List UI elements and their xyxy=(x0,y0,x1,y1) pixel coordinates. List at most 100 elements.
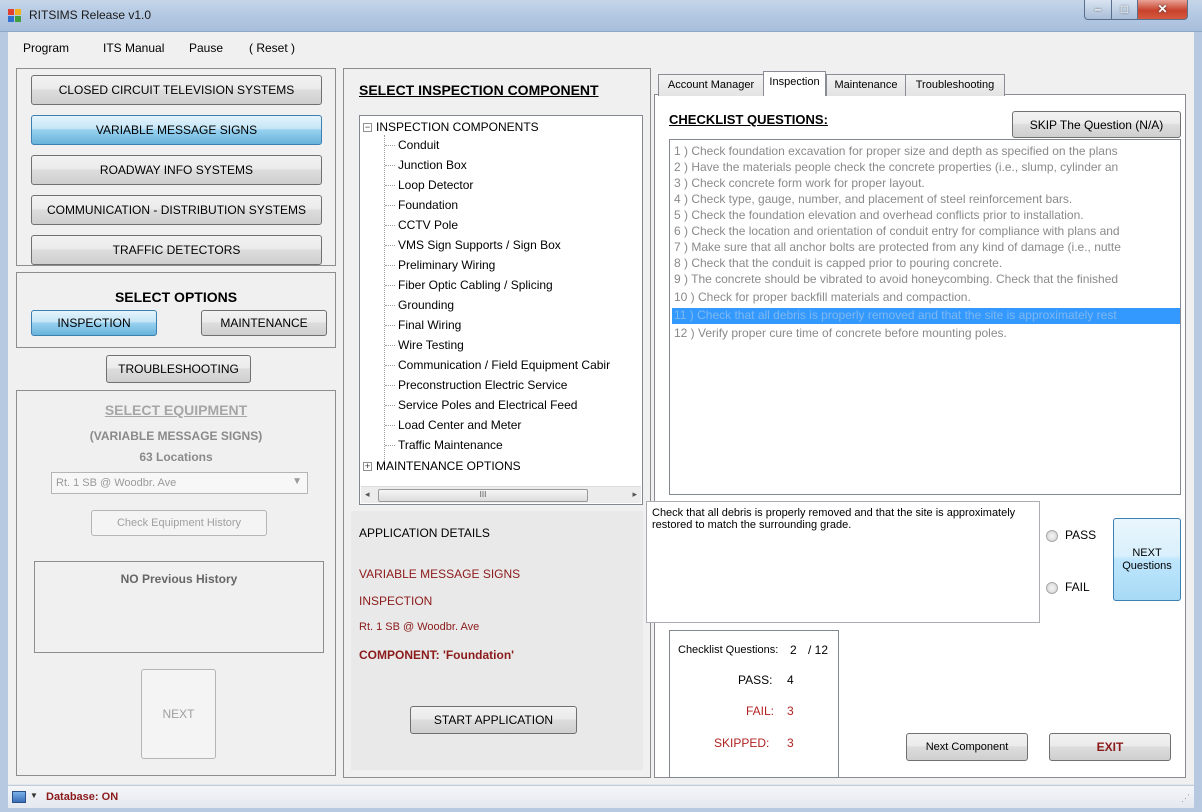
question-item[interactable]: 5 ) Check the foundation elevation and o… xyxy=(674,208,1084,222)
equipment-title: SELECT EQUIPMENT xyxy=(104,402,248,418)
tree-connector xyxy=(385,285,395,286)
next-equipment-button[interactable]: NEXT xyxy=(141,669,216,759)
maximize-icon: □ xyxy=(1120,2,1129,16)
stats-skipped-label: SKIPPED: xyxy=(714,736,770,750)
tab-maintenance[interactable]: Maintenance xyxy=(826,74,906,96)
collapse-icon[interactable]: − xyxy=(363,123,372,132)
question-item[interactable]: 4 ) Check type, gauge, number, and place… xyxy=(674,192,1072,206)
maintenance-button[interactable]: MAINTENANCE xyxy=(201,310,327,336)
tree-item[interactable]: Grounding xyxy=(398,298,454,312)
pass-radio-label[interactable]: PASS xyxy=(1065,528,1096,542)
title-bar[interactable]: RITSIMS Release v1.0 – □ ✕ xyxy=(0,0,1202,32)
history-box: NO Previous History xyxy=(34,561,324,653)
next-component-button[interactable]: Next Component xyxy=(906,733,1028,761)
options-title: SELECT OPTIONS xyxy=(114,289,238,305)
inspection-button[interactable]: INSPECTION xyxy=(31,310,157,336)
question-item[interactable]: 1 ) Check foundation excavation for prop… xyxy=(674,144,1118,158)
menu-its-manual[interactable]: ITS Manual xyxy=(103,41,164,55)
question-item[interactable]: 7 ) Make sure that all anchor bolts are … xyxy=(674,240,1121,254)
dropdown-arrow-icon[interactable]: ▼ xyxy=(30,791,38,800)
tree-item[interactable]: Conduit xyxy=(398,138,439,152)
maximize-button[interactable]: □ xyxy=(1111,0,1138,20)
system-button-roadway-info[interactable]: ROADWAY INFO SYSTEMS xyxy=(31,155,322,185)
system-button-traffic-detectors[interactable]: TRAFFIC DETECTORS xyxy=(31,235,322,265)
check-history-button[interactable]: Check Equipment History xyxy=(91,510,267,536)
next-questions-button[interactable]: NEXT Questions xyxy=(1113,518,1181,601)
details-component: COMPONENT: 'Foundation' xyxy=(359,648,515,662)
close-icon: ✕ xyxy=(1157,2,1168,16)
tree-connector xyxy=(385,245,395,246)
resize-grip-icon[interactable]: ⋰ xyxy=(1181,793,1190,804)
window-frame-right xyxy=(1194,32,1202,812)
menu-reset[interactable]: ( Reset ) xyxy=(249,41,295,55)
stats-pass-value: 4 xyxy=(787,673,794,687)
tree-item[interactable]: Service Poles and Electrical Feed xyxy=(398,398,577,412)
close-button[interactable]: ✕ xyxy=(1137,0,1188,20)
tab-account-manager[interactable]: Account Manager xyxy=(658,74,764,96)
tree-item[interactable]: Load Center and Meter xyxy=(398,418,521,432)
exit-button[interactable]: EXIT xyxy=(1049,733,1171,761)
tree-connector xyxy=(385,425,395,426)
tree-item[interactable]: Junction Box xyxy=(398,158,467,172)
database-icon[interactable] xyxy=(12,791,26,803)
current-question-text[interactable]: Check that all debris is properly remove… xyxy=(646,501,1040,623)
stats-fail-label: FAIL: xyxy=(746,704,775,718)
tree-horizontal-scrollbar[interactable]: ◂ III ▸ xyxy=(361,486,641,503)
tree-connector xyxy=(385,145,395,146)
tree-root-maintenance[interactable]: MAINTENANCE OPTIONS xyxy=(376,459,521,473)
tree-item[interactable]: Loop Detector xyxy=(398,178,473,192)
pass-radio[interactable] xyxy=(1046,530,1058,542)
tree-item[interactable]: Wire Testing xyxy=(398,338,464,352)
question-item[interactable]: 3 ) Check concrete form work for proper … xyxy=(674,176,925,190)
equipment-system: (VARIABLE MESSAGE SIGNS) xyxy=(89,429,263,443)
fail-radio-label[interactable]: FAIL xyxy=(1065,580,1090,594)
tree-item[interactable]: Traffic Maintenance xyxy=(398,438,503,452)
tree-connector xyxy=(385,165,395,166)
question-item[interactable]: 12 ) Verify proper cure time of concrete… xyxy=(674,326,1007,340)
scroll-thumb[interactable]: III xyxy=(378,489,588,502)
tree-item[interactable]: Communication / Field Equipment Cabir xyxy=(398,358,610,372)
component-tree[interactable]: − INSPECTION COMPONENTS Conduit Junction… xyxy=(359,115,643,505)
stats-current: 2 xyxy=(790,643,797,657)
checklist-questions-list[interactable]: 1 ) Check foundation excavation for prop… xyxy=(669,139,1181,495)
question-item[interactable]: 9 ) The concrete should be vibrated to a… xyxy=(674,272,1118,286)
tree-item[interactable]: Preliminary Wiring xyxy=(398,258,495,272)
question-item[interactable]: 2 ) Have the materials people check the … xyxy=(674,160,1118,174)
checklist-stats-box: Checklist Questions: 2 / 12 PASS: 4 FAIL… xyxy=(669,630,839,778)
tree-item[interactable]: VMS Sign Supports / Sign Box xyxy=(398,238,561,252)
menu-program[interactable]: Program xyxy=(23,41,69,55)
question-item-selected[interactable]: 11 ) Check that all debris is properly r… xyxy=(674,308,1117,322)
expand-icon[interactable]: + xyxy=(363,462,372,471)
tree-item[interactable]: Preconstruction Electric Service xyxy=(398,378,567,392)
troubleshooting-button[interactable]: TROUBLESHOOTING xyxy=(106,355,251,383)
tab-inspection[interactable]: Inspection xyxy=(763,71,826,96)
tree-connector xyxy=(385,365,395,366)
details-location: Rt. 1 SB @ Woodbr. Ave xyxy=(359,621,480,633)
system-button-cctv[interactable]: CLOSED CIRCUIT TELEVISION SYSTEMS xyxy=(31,75,322,105)
tree-root-inspection[interactable]: INSPECTION COMPONENTS xyxy=(376,120,539,134)
system-button-vms[interactable]: VARIABLE MESSAGE SIGNS xyxy=(31,115,322,145)
minimize-icon: – xyxy=(1094,2,1102,16)
tree-item[interactable]: Foundation xyxy=(398,198,458,212)
tree-item[interactable]: Final Wiring xyxy=(398,318,461,332)
tree-connector xyxy=(385,405,395,406)
app-icon xyxy=(8,9,22,23)
start-application-button[interactable]: START APPLICATION xyxy=(410,706,577,734)
menu-pause[interactable]: Pause xyxy=(189,41,223,55)
stats-fail-value: 3 xyxy=(787,704,794,718)
scroll-right-icon[interactable]: ▸ xyxy=(632,489,637,500)
minimize-button[interactable]: – xyxy=(1084,0,1112,20)
tab-troubleshooting[interactable]: Troubleshooting xyxy=(905,74,1005,96)
system-button-communication[interactable]: COMMUNICATION - DISTRIBUTION SYSTEMS xyxy=(31,195,322,225)
tree-item[interactable]: CCTV Pole xyxy=(398,218,458,232)
window-frame-bottom xyxy=(0,808,1202,812)
skip-question-button[interactable]: SKIP The Question (N/A) xyxy=(1012,111,1181,138)
checklist-title: CHECKLIST QUESTIONS: xyxy=(669,112,828,127)
question-item[interactable]: 10 ) Check for proper backfill materials… xyxy=(674,290,971,304)
question-item[interactable]: 8 ) Check that the conduit is capped pri… xyxy=(674,256,1002,270)
fail-radio[interactable] xyxy=(1046,582,1058,594)
tree-item[interactable]: Fiber Optic Cabling / Splicing xyxy=(398,278,553,292)
scroll-left-icon[interactable]: ◂ xyxy=(365,489,370,500)
location-dropdown[interactable]: Rt. 1 SB @ Woodbr. Ave ▼ xyxy=(51,472,308,494)
question-item[interactable]: 6 ) Check the location and orientation o… xyxy=(674,224,1120,238)
